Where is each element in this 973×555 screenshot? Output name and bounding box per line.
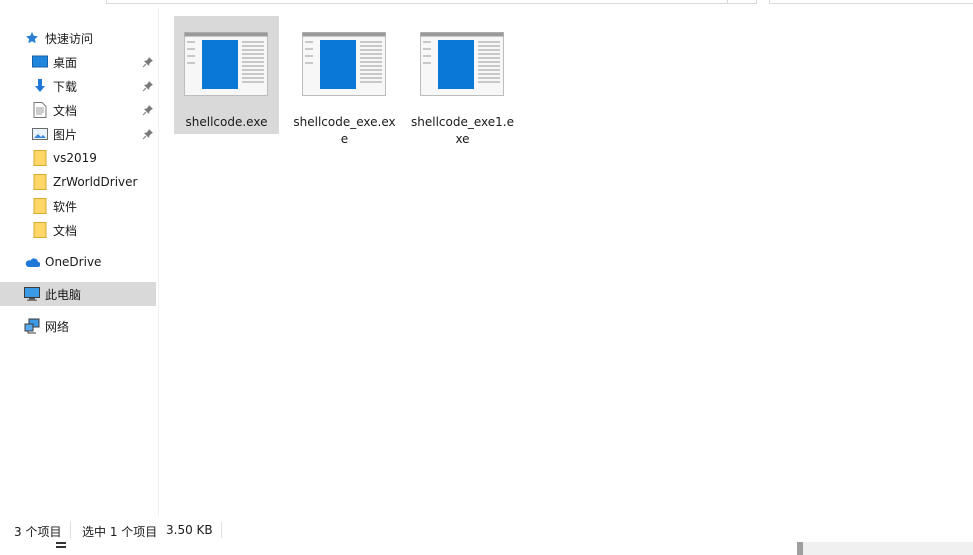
file-name: shellcode_exe1.exe xyxy=(411,115,514,146)
pin-icon[interactable] xyxy=(142,104,154,116)
window-edge xyxy=(0,542,800,555)
scrollbar-thumb[interactable] xyxy=(797,542,803,555)
sidebar-item-this-pc[interactable]: 此电脑 xyxy=(0,282,156,306)
sidebar-item-label: 文档 xyxy=(53,103,78,118)
folder-icon xyxy=(32,198,48,214)
sidebar-item-label: ZrWorldDriver xyxy=(53,175,138,189)
taskbar-edge xyxy=(0,542,973,555)
sidebar-item-downloads[interactable]: 下载 xyxy=(0,74,156,98)
sidebar-item-label: 快速访问 xyxy=(45,31,94,46)
application-icon xyxy=(302,32,386,96)
selection-count: 选中 1 个项目 xyxy=(82,525,158,539)
item-count: 3 个项目 xyxy=(14,525,62,539)
status-divider xyxy=(221,522,222,538)
sidebar-item-documents[interactable]: 文档 xyxy=(0,98,156,122)
computer-icon xyxy=(24,286,40,302)
cloud-icon xyxy=(24,254,40,270)
pin-icon[interactable] xyxy=(142,80,154,92)
address-bar[interactable] xyxy=(106,0,728,4)
folder-icon xyxy=(32,174,48,190)
application-icon xyxy=(184,32,268,96)
application-icon xyxy=(420,32,504,96)
desktop-icon xyxy=(32,54,48,70)
sidebar-item-label: 图片 xyxy=(53,127,78,142)
selection-size: 3.50 KB xyxy=(166,523,213,537)
address-bar-area xyxy=(0,0,973,4)
sidebar-item-vs2019[interactable]: vs2019 xyxy=(0,146,156,170)
sidebar-item-network[interactable]: 网络 xyxy=(0,314,156,338)
sidebar-item-pictures[interactable]: 图片 xyxy=(0,122,156,146)
sidebar-item-label: 文档 xyxy=(53,223,78,238)
documents-icon xyxy=(32,102,48,118)
sidebar-item-label: vs2019 xyxy=(53,151,97,165)
file-item[interactable]: shellcode.exe xyxy=(174,16,279,134)
file-name: shellcode.exe xyxy=(185,115,268,129)
search-input[interactable] xyxy=(769,0,973,4)
sidebar-item-zrworlddriver[interactable]: ZrWorldDriver xyxy=(0,170,156,194)
sidebar-item-desktop[interactable]: 桌面 xyxy=(0,50,156,74)
sidebar-item-label: OneDrive xyxy=(45,255,102,269)
sidebar-item-label: 软件 xyxy=(53,199,78,214)
sidebar-item-quick-access[interactable]: 快速访问 xyxy=(0,26,156,50)
status-divider xyxy=(70,522,71,538)
taskbar-icon[interactable] xyxy=(54,542,68,555)
sidebar-item-label: 此电脑 xyxy=(45,287,82,302)
sidebar-item-label: 下载 xyxy=(53,79,78,94)
refresh-button[interactable] xyxy=(726,0,757,4)
folder-icon xyxy=(32,222,48,238)
pane-divider[interactable] xyxy=(158,8,159,516)
sidebar-item-documents-folder[interactable]: 文档 xyxy=(0,218,156,242)
sidebar-item-software[interactable]: 软件 xyxy=(0,194,156,218)
pin-icon[interactable] xyxy=(142,56,154,68)
sidebar-item-label: 桌面 xyxy=(53,55,78,70)
sidebar-item-onedrive[interactable]: OneDrive xyxy=(0,250,156,274)
download-icon xyxy=(32,78,48,94)
navigation-pane: 快速访问 桌面 下载 文档 图片 vs2019 ZrWorldDriver 软件… xyxy=(0,24,158,514)
star-icon xyxy=(24,30,40,46)
network-icon xyxy=(24,318,40,334)
status-bar: 3 个项目 选中 1 个项目 3.50 KB xyxy=(0,518,973,542)
folder-icon xyxy=(32,150,48,166)
pictures-icon xyxy=(32,126,48,142)
file-name: shellcode_exe.exe xyxy=(293,115,396,146)
pin-icon[interactable] xyxy=(142,128,154,140)
sidebar-item-label: 网络 xyxy=(45,319,70,334)
